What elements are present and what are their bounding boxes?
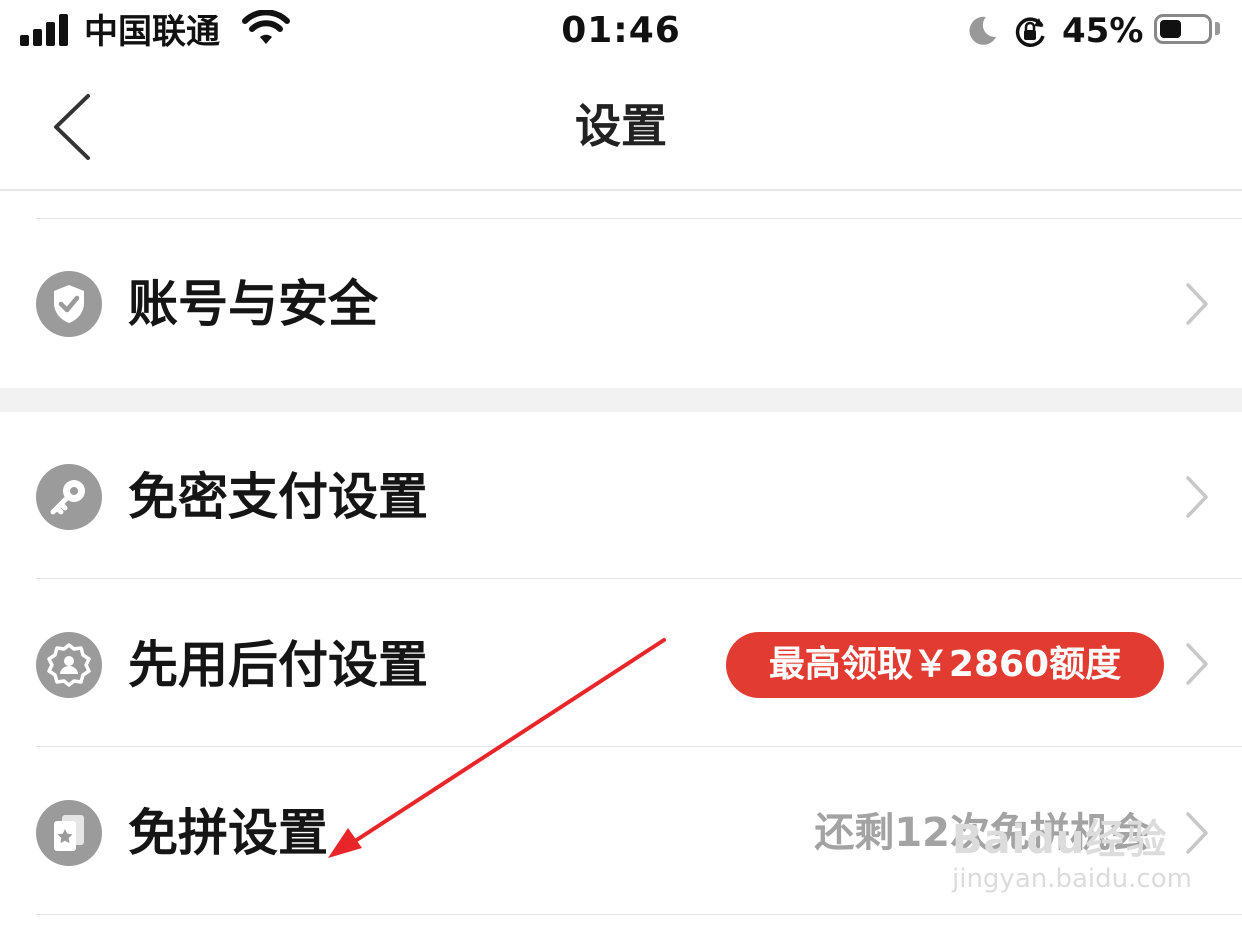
status-bar: 中国联通 01:46 45%: [0, 0, 1242, 64]
watermark: Baidu经验 jingyan.baidu.com: [952, 818, 1192, 896]
settings-item-label: 先用后付设置: [128, 636, 428, 694]
divider: [36, 914, 1242, 915]
battery-cap: [1215, 22, 1220, 35]
settings-item-account-security[interactable]: 账号与安全: [0, 220, 1242, 388]
chevron-right-icon: [1186, 283, 1208, 325]
shield-check-icon: [36, 271, 102, 337]
scroll-top-strip: [0, 191, 1242, 219]
battery-icon: [1154, 14, 1212, 44]
moon-icon: [969, 16, 996, 45]
settings-item-pay-later[interactable]: 先用后付设置 最高领取￥2860额度: [0, 579, 1242, 746]
key-icon: [36, 464, 102, 530]
battery-fill: [1160, 20, 1181, 38]
page-title: 设置: [575, 99, 667, 153]
settings-item-password-free-pay[interactable]: 免密支付设置: [0, 412, 1242, 578]
nav-bar: 设置: [0, 64, 1242, 191]
watermark-brand: Baidu经验: [952, 817, 1168, 863]
settings-item-label: 免密支付设置: [128, 468, 428, 526]
star-card-icon: [36, 800, 102, 866]
settings-item-label: 账号与安全: [128, 275, 378, 333]
settings-item-label: 免拼设置: [128, 804, 328, 862]
chevron-right-icon: [1186, 643, 1208, 685]
rotation-lock-icon: [1015, 17, 1045, 47]
credit-promo-badge[interactable]: 最高领取￥2860额度: [726, 632, 1164, 698]
watermark-url: jingyan.baidu.com: [952, 864, 1192, 894]
battery-percent: 45%: [1062, 11, 1144, 51]
chevron-right-icon: [1186, 476, 1208, 518]
divider: [36, 218, 1242, 219]
badge-user-icon: [36, 632, 102, 698]
section-separator: [0, 388, 1242, 412]
status-time: 01:46: [561, 10, 681, 51]
